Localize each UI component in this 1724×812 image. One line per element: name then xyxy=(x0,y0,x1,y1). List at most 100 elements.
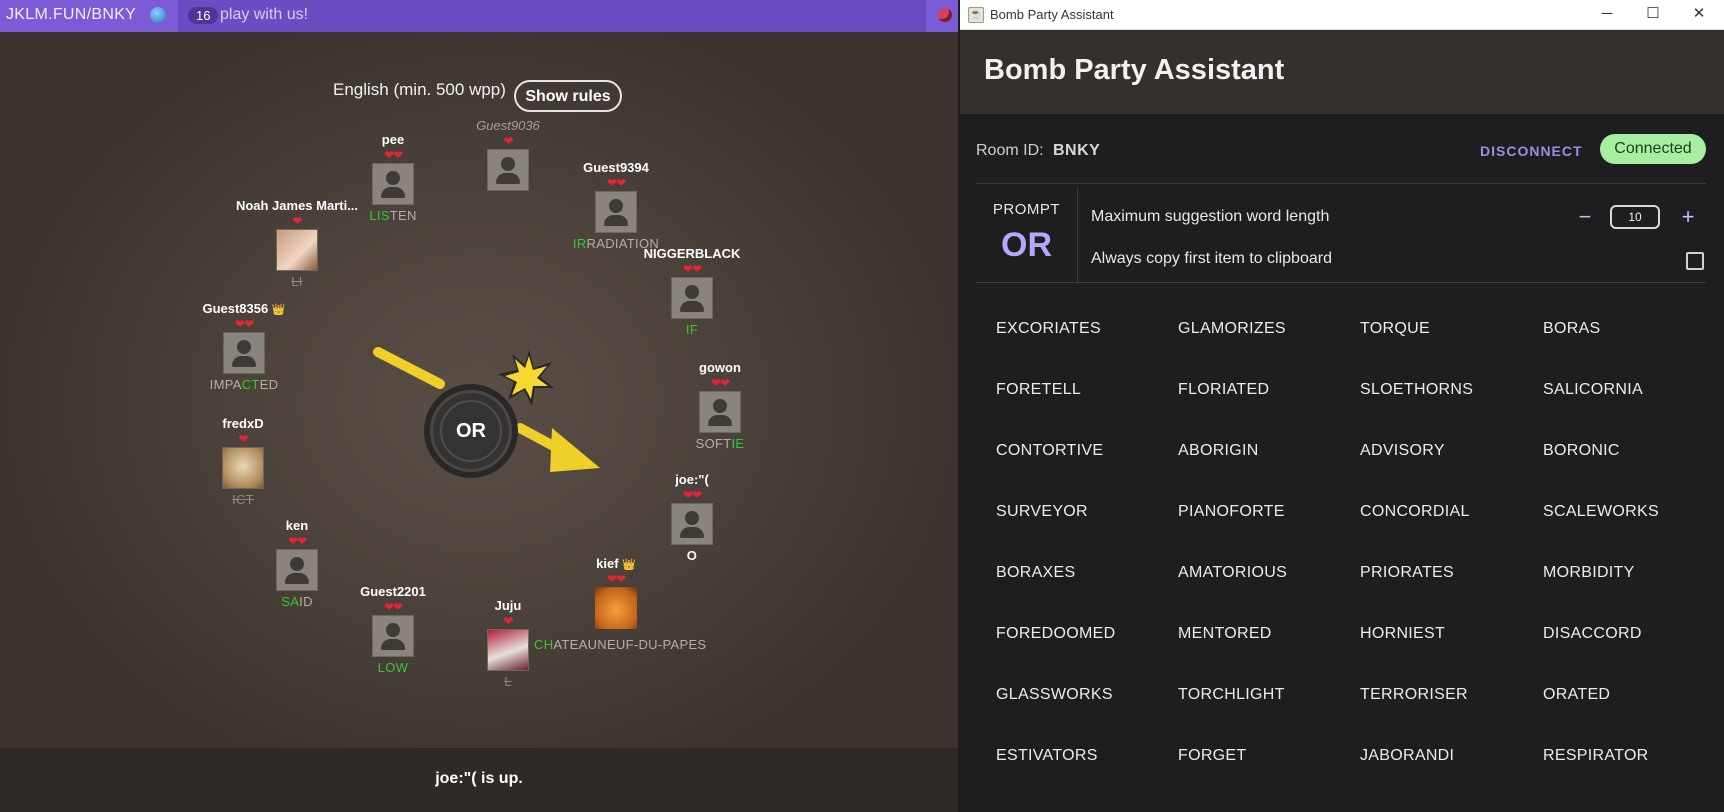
player-name-text: Guest8356 xyxy=(202,301,269,316)
player-card: Guest9394 ❤❤ IRRADIATION xyxy=(536,160,696,251)
suggestion-word[interactable]: FOREDOOMED xyxy=(996,625,1115,643)
suggestion-word[interactable]: BORONIC xyxy=(1543,442,1620,460)
heart-icon: ❤❤ xyxy=(682,488,702,502)
suggestion-word[interactable]: EXCORIATES xyxy=(996,320,1101,338)
suggestion-word[interactable]: SURVEYOR xyxy=(996,503,1088,521)
chat-bar[interactable]: 16 play with us! xyxy=(178,0,926,32)
suggestion-word[interactable]: MORBIDITY xyxy=(1543,564,1635,582)
suggestion-word[interactable]: PRIORATES xyxy=(1360,564,1454,582)
suggestion-word[interactable]: RESPIRATOR xyxy=(1543,747,1649,765)
player-word: IMPACTED xyxy=(164,377,324,392)
suggestion-word[interactable]: HORNIEST xyxy=(1360,625,1445,643)
mic-icon[interactable] xyxy=(938,8,952,22)
assistant-window: ☕ Bomb Party Assistant ─ ☐ ✕ Bomb Party … xyxy=(960,0,1724,812)
heart-icon: ❤ xyxy=(503,614,513,628)
prompt-label: PROMPT xyxy=(992,201,1061,218)
online-count-badge: 16 xyxy=(188,7,219,24)
player-word: SOFTIE xyxy=(640,436,800,451)
word-highlight: IR xyxy=(572,236,587,251)
room-url[interactable]: JKLM.FUN/BNKY xyxy=(6,6,136,24)
suggestion-word[interactable]: BORAS xyxy=(1543,320,1601,338)
divider xyxy=(976,282,1706,283)
word-highlight: SA xyxy=(281,594,300,609)
suggestion-word[interactable]: ABORIGIN xyxy=(1178,442,1259,460)
player-card: Guest8356 👑 ❤❤ IMPACTED xyxy=(164,301,324,392)
globe-icon[interactable] xyxy=(150,7,166,23)
player-card: NIGGERBLACK ❤❤ IF xyxy=(612,246,772,337)
suggestion-word[interactable]: TORCHLIGHT xyxy=(1178,686,1285,704)
suggestion-word[interactable]: CONTORTIVE xyxy=(996,442,1103,460)
close-icon[interactable]: ✕ xyxy=(1676,0,1722,29)
player-name: ken xyxy=(285,518,309,533)
player-name: Juju xyxy=(494,598,522,613)
suggestion-word[interactable]: DISACCORD xyxy=(1543,625,1642,643)
suggestion-word[interactable]: AMATORIOUS xyxy=(1178,564,1287,582)
word-rest: TEN xyxy=(389,208,417,223)
suggestion-word[interactable]: MENTORED xyxy=(1178,625,1272,643)
player-name: joe:"( xyxy=(675,472,709,487)
avatar xyxy=(372,163,414,205)
avatar xyxy=(699,391,741,433)
suggestion-word[interactable]: TERRORISER xyxy=(1360,686,1468,704)
suggestion-word[interactable]: GLAMORIZES xyxy=(1178,320,1286,338)
status-bar: joe:"( is up. xyxy=(0,748,958,812)
suggestion-word[interactable]: SLOETHORNS xyxy=(1360,381,1473,399)
minimize-icon[interactable]: ─ xyxy=(1584,0,1630,29)
word-highlight: LOW xyxy=(377,660,409,675)
room-id-label: Room ID: xyxy=(976,142,1044,159)
suggestion-word[interactable]: ADVISORY xyxy=(1360,442,1445,460)
player-name: Guest8356 👑 xyxy=(164,301,324,317)
player-name: Guest9394 xyxy=(583,160,649,175)
app-icon: ☕ xyxy=(968,7,984,23)
decrement-button[interactable]: − xyxy=(1575,204,1595,230)
explosion-icon xyxy=(498,350,554,406)
player-card: Juju ❤ L xyxy=(428,598,588,689)
window-title: Bomb Party Assistant xyxy=(990,7,1114,22)
player-card: fredxD ❤ ICT xyxy=(163,416,323,507)
copy-first-checkbox[interactable] xyxy=(1686,252,1704,270)
player-word: IF xyxy=(612,322,772,337)
room-row: Room ID: BNKY DISCONNECT Connected xyxy=(960,114,1724,184)
max-length-input[interactable]: 10 xyxy=(1610,205,1660,229)
suggestion-word[interactable]: PIANOFORTE xyxy=(1178,503,1285,521)
avatar xyxy=(487,629,529,671)
crown-icon: 👑 xyxy=(271,304,286,316)
suggestion-word[interactable]: SCALEWORKS xyxy=(1543,503,1659,521)
heart-icon: ❤❤ xyxy=(682,262,702,276)
increment-button[interactable]: + xyxy=(1678,204,1698,230)
prompt-box: PROMPT OR xyxy=(976,186,1077,282)
suggestion-word[interactable]: FORGET xyxy=(1178,747,1246,765)
player-card: gowon ❤❤ SOFTIE xyxy=(640,360,800,451)
divider xyxy=(1077,186,1078,282)
room-id-value: BNKY xyxy=(1053,142,1101,159)
heart-icon: ❤ xyxy=(292,214,302,228)
maximize-icon[interactable]: ☐ xyxy=(1630,0,1676,29)
player-card: Noah James Marti... ❤ LI xyxy=(217,198,377,289)
crown-icon: 👑 xyxy=(622,559,636,571)
avatar xyxy=(276,229,318,271)
suggestion-word[interactable]: FLORIATED xyxy=(1178,381,1269,399)
suggestion-word[interactable]: SALICORNIA xyxy=(1543,381,1643,399)
suggestion-word[interactable]: BORAXES xyxy=(996,564,1075,582)
word-highlight: CT xyxy=(241,377,260,392)
player-word: L xyxy=(504,674,512,689)
word-highlight: IE xyxy=(731,436,745,451)
heart-icon: ❤❤ xyxy=(710,376,730,390)
avatar xyxy=(487,149,529,191)
heart-icon: ❤❤ xyxy=(287,534,307,548)
suggestion-word[interactable]: ESTIVATORS xyxy=(996,747,1098,765)
turn-status: joe:"( is up. xyxy=(435,770,523,787)
player-name: kief 👑 xyxy=(536,556,696,572)
suggestion-word[interactable]: TORQUE xyxy=(1360,320,1430,338)
suggestion-word[interactable]: GLASSWORKS xyxy=(996,686,1113,704)
suggestion-word[interactable]: FORETELL xyxy=(996,381,1081,399)
suggestion-word[interactable]: ORATED xyxy=(1543,686,1610,704)
disconnect-button[interactable]: DISCONNECT xyxy=(1480,143,1583,159)
heart-icon: ❤❤ xyxy=(234,317,254,331)
suggestion-word[interactable]: CONCORDIAL xyxy=(1360,503,1470,521)
player-name: NIGGERBLACK xyxy=(643,246,741,261)
player-word: LI xyxy=(291,274,303,289)
suggestion-word[interactable]: JABORANDI xyxy=(1360,747,1454,765)
chat-placeholder[interactable]: play with us! xyxy=(220,6,308,24)
player-name: gowon xyxy=(699,360,741,375)
